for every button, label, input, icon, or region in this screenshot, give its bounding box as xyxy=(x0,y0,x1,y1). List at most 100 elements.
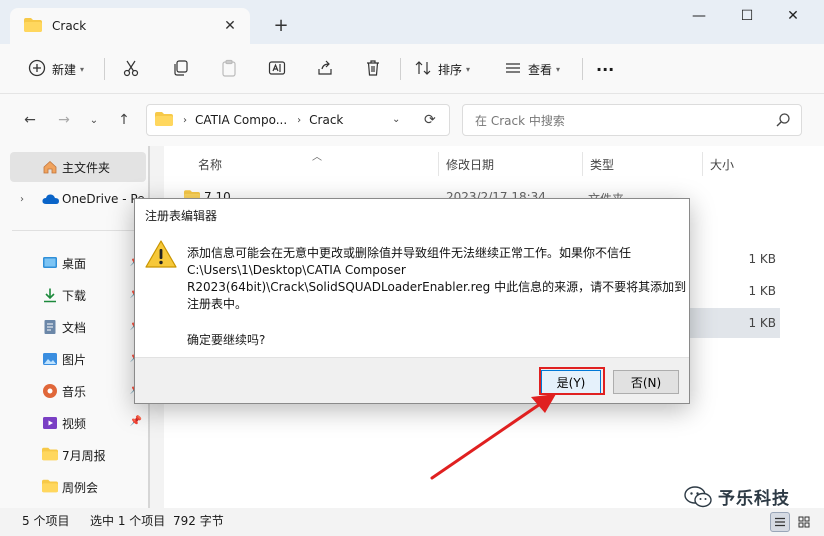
sidebar-item-label: 音乐 xyxy=(62,384,87,399)
sidebar-item-label: 视频 xyxy=(62,416,87,431)
tiles-view-icon[interactable] xyxy=(794,512,814,532)
title-bar: Crack ✕ + — ☐ ✕ xyxy=(0,0,824,44)
trash-icon xyxy=(364,59,382,80)
column-divider[interactable] xyxy=(702,152,703,176)
chevron-down-icon: ▾ xyxy=(80,64,85,74)
sidebar-item-music[interactable]: 音乐 📌 xyxy=(10,376,146,406)
document-icon xyxy=(42,319,58,335)
breadcrumb-catia[interactable]: CATIA Compo... xyxy=(195,113,287,127)
file-size: 1 KB xyxy=(748,316,776,330)
download-icon xyxy=(42,287,58,303)
no-button[interactable]: 否(N) xyxy=(613,370,679,394)
recent-chevron-down-icon[interactable]: ⌄ xyxy=(84,110,104,130)
sort-button[interactable]: 排序 ▾ xyxy=(414,54,470,84)
registry-editor-dialog: 注册表编辑器 添加信息可能会在无意中更改或删除值并导致组件无法继续正常工作。如果… xyxy=(134,198,690,404)
sidebar-item-label: 7月周报 xyxy=(62,448,106,463)
watermark-text: 予乐科技 xyxy=(718,489,790,509)
dialog-message-line: 注册表中。 xyxy=(187,297,248,311)
search-icon xyxy=(775,112,791,131)
sidebar-item-videos[interactable]: 视频 📌 xyxy=(10,408,146,438)
refresh-icon[interactable]: ⟳ xyxy=(424,112,436,128)
tab-title: Crack xyxy=(52,19,87,33)
column-divider[interactable] xyxy=(438,152,439,176)
chevron-down-icon: ▾ xyxy=(466,64,471,74)
file-size: 1 KB xyxy=(748,284,776,298)
search-input[interactable]: 在 Crack 中搜索 xyxy=(462,104,802,136)
sort-label: 排序 xyxy=(438,62,463,77)
column-header-date[interactable]: 修改日期 xyxy=(446,154,494,174)
tab-crack[interactable]: Crack ✕ xyxy=(10,8,250,44)
home-icon xyxy=(42,159,58,175)
column-header-name[interactable]: 名称 xyxy=(198,154,222,174)
copy-icon xyxy=(172,59,190,80)
breadcrumb-separator-icon: › xyxy=(297,114,302,126)
sidebar-item-desktop[interactable]: 桌面 📌 xyxy=(10,248,146,278)
close-window-button[interactable]: ✕ xyxy=(770,0,816,32)
sidebar-item-pictures[interactable]: 图片 📌 xyxy=(10,344,146,374)
sidebar-item-documents[interactable]: 文档 📌 xyxy=(10,312,146,342)
dialog-message-line: 添加信息可能会在无意中更改或删除值并导致组件无法继续正常工作。如果你不信任 xyxy=(187,246,632,260)
dialog-message-line: R2023(64bit)\Crack\SolidSQUADLoaderEnabl… xyxy=(187,280,687,294)
folder-icon xyxy=(42,479,58,495)
folder-icon xyxy=(155,111,173,129)
toolbar-divider xyxy=(400,58,401,80)
watermark: 予乐科技 xyxy=(684,484,790,509)
sidebar-item-onedrive[interactable]: OneDrive - Pe xyxy=(10,184,146,214)
address-dropdown-icon[interactable]: ⌄ xyxy=(392,114,400,125)
new-button[interactable]: 新建 ▾ xyxy=(28,54,84,84)
selection-count: 选中 1 个项目 xyxy=(90,514,166,528)
view-list-icon xyxy=(504,59,522,80)
close-tab-icon[interactable]: ✕ xyxy=(220,16,240,36)
maximize-button[interactable]: ☐ xyxy=(724,0,770,32)
column-header-size[interactable]: 大小 xyxy=(710,154,734,174)
folder-icon xyxy=(24,17,42,35)
paste-button[interactable] xyxy=(220,54,238,84)
sidebar-item-label: 周例会 xyxy=(62,480,99,495)
search-placeholder: 在 Crack 中搜索 xyxy=(475,113,565,128)
sidebar-item-downloads[interactable]: 下载 📌 xyxy=(10,280,146,310)
folder-icon xyxy=(42,447,58,463)
forward-arrow-icon[interactable]: → xyxy=(54,110,74,130)
address-row: ← → ⌄ ↑ › CATIA Compo... › Crack ⌄ ⟳ 在 C… xyxy=(0,94,824,146)
sidebar-item-weekly-meeting[interactable]: 周例会 xyxy=(10,472,146,502)
dialog-confirm-text: 确定要继续吗? xyxy=(187,333,266,347)
selection-size: 792 字节 xyxy=(173,514,224,528)
sidebar-item-label: 桌面 xyxy=(62,256,87,271)
sidebar-item-home[interactable]: 主文件夹 xyxy=(10,152,146,182)
desktop-icon xyxy=(42,255,58,271)
view-button[interactable]: 查看 ▾ xyxy=(504,54,560,84)
minimize-button[interactable]: — xyxy=(676,0,722,32)
share-icon xyxy=(316,59,334,80)
back-arrow-icon[interactable]: ← xyxy=(20,110,40,130)
up-arrow-icon[interactable]: ↑ xyxy=(114,110,134,130)
details-view-icon[interactable] xyxy=(770,512,790,532)
copy-button[interactable] xyxy=(172,54,190,84)
sort-ascending-icon: ︿ xyxy=(312,152,322,163)
breadcrumb-separator-icon: › xyxy=(183,114,187,126)
pictures-icon xyxy=(42,351,58,367)
column-divider[interactable] xyxy=(582,152,583,176)
clipboard-icon xyxy=(220,59,238,80)
video-icon xyxy=(42,415,58,431)
sidebar-item-weekly-report[interactable]: 7月周报 xyxy=(10,440,146,470)
column-header-type[interactable]: 类型 xyxy=(590,154,614,174)
cut-button[interactable] xyxy=(122,54,140,84)
dialog-footer: 是(Y) 否(N) xyxy=(135,357,689,403)
sidebar-divider xyxy=(12,230,138,231)
rename-icon xyxy=(268,59,286,80)
view-label: 查看 xyxy=(528,62,553,77)
chevron-down-icon: ▾ xyxy=(556,64,561,74)
new-tab-button[interactable]: + xyxy=(270,14,292,36)
warning-icon xyxy=(145,239,177,272)
plus-circle-icon xyxy=(28,59,46,80)
address-bar[interactable]: › CATIA Compo... › Crack xyxy=(146,104,450,136)
more-options-button[interactable]: ··· xyxy=(596,54,614,84)
rename-button[interactable] xyxy=(268,54,286,84)
delete-button[interactable] xyxy=(364,54,382,84)
share-button[interactable] xyxy=(316,54,334,84)
sidebar-item-label: 图片 xyxy=(62,352,87,367)
new-label: 新建 xyxy=(52,62,77,77)
breadcrumb-crack[interactable]: Crack xyxy=(309,113,343,127)
pin-icon: 📌 xyxy=(129,416,142,427)
toolbar-divider xyxy=(104,58,105,80)
